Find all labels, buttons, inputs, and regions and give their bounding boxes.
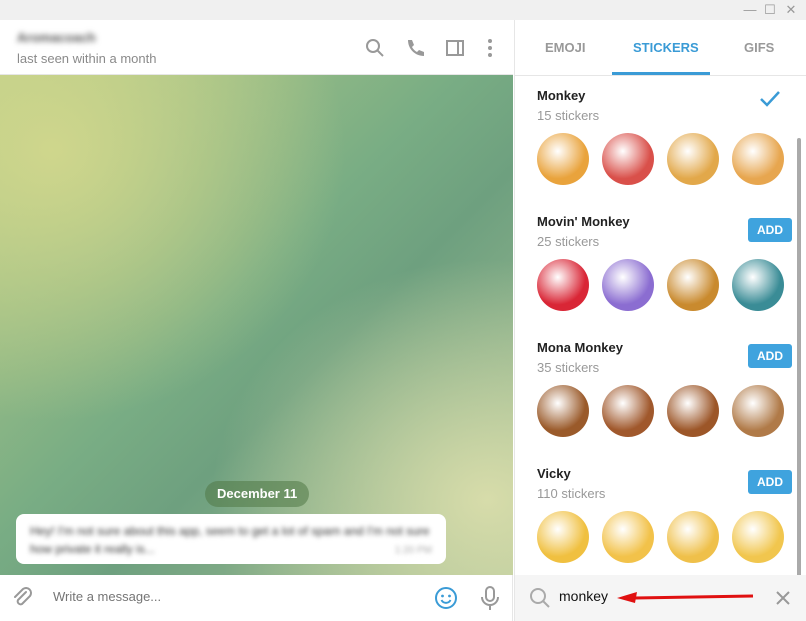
emoji-icon[interactable] xyxy=(434,586,458,610)
sticker[interactable] xyxy=(537,385,589,437)
sticker[interactable] xyxy=(667,385,719,437)
message-time: 1:20 PM xyxy=(394,545,432,556)
chat-background: December 11 Hey! I'm not sure about this… xyxy=(0,75,513,575)
sticker[interactable] xyxy=(732,385,784,437)
sticker[interactable] xyxy=(667,259,719,311)
set-count: 15 stickers xyxy=(537,108,600,123)
tab-gifs[interactable]: GIFS xyxy=(744,40,774,55)
sticker-set-list: Monkey 15 stickers Movin' Monkey 25 stic… xyxy=(515,76,806,575)
sticker[interactable] xyxy=(537,511,589,563)
sticker[interactable] xyxy=(602,385,654,437)
sticker[interactable] xyxy=(537,133,589,185)
sticker[interactable] xyxy=(732,133,784,185)
sticker-search-bar xyxy=(515,575,806,621)
search-icon xyxy=(530,588,550,608)
sidebar-toggle-icon[interactable] xyxy=(445,38,465,58)
more-options-icon[interactable] xyxy=(480,38,500,58)
contact-name[interactable]: Aromacoach xyxy=(17,30,96,45)
sticker-set: Vicky 110 stickers ADD xyxy=(515,454,795,575)
set-count: 110 stickers xyxy=(537,486,606,501)
attach-icon[interactable] xyxy=(12,587,34,609)
microphone-icon[interactable] xyxy=(479,585,501,611)
panel-tabs: EMOJI STICKERS GIFS xyxy=(515,20,806,76)
set-title: Movin' Monkey xyxy=(537,214,630,229)
sticker[interactable] xyxy=(667,133,719,185)
phone-icon[interactable] xyxy=(405,38,425,58)
tab-emoji[interactable]: EMOJI xyxy=(545,40,585,55)
set-count: 25 stickers xyxy=(537,234,600,249)
red-arrow-annotation xyxy=(617,592,754,603)
sticker-panel: EMOJI STICKERS GIFS Monkey 15 stickers M… xyxy=(514,20,806,621)
message-input[interactable] xyxy=(53,589,413,604)
set-title: Mona Monkey xyxy=(537,340,623,355)
sticker-set: Monkey 15 stickers xyxy=(515,76,795,202)
set-title: Vicky xyxy=(537,466,571,481)
title-bar: — ☐ ✕ xyxy=(0,0,806,20)
sticker[interactable] xyxy=(602,259,654,311)
add-set-button[interactable]: ADD xyxy=(748,218,792,242)
add-set-button[interactable]: ADD xyxy=(748,470,792,494)
chat-pane: Aromacoach last seen within a month Dece… xyxy=(0,20,513,621)
clear-search-icon[interactable] xyxy=(776,591,790,605)
sticker[interactable] xyxy=(537,259,589,311)
set-title: Monkey xyxy=(537,88,586,103)
sticker[interactable] xyxy=(667,511,719,563)
sticker[interactable] xyxy=(732,511,784,563)
sticker[interactable] xyxy=(602,133,654,185)
active-tab-indicator xyxy=(612,72,710,75)
contact-status: last seen within a month xyxy=(17,51,157,66)
tab-stickers[interactable]: STICKERS xyxy=(633,40,699,55)
minimize-button[interactable]: — xyxy=(740,2,760,17)
message-text: Hey! I'm not sure about this app, seem t… xyxy=(30,524,430,556)
set-count: 35 stickers xyxy=(537,360,600,375)
sticker[interactable] xyxy=(732,259,784,311)
maximize-button[interactable]: ☐ xyxy=(760,2,780,18)
message-composer xyxy=(0,575,513,621)
scrollbar[interactable] xyxy=(797,138,801,575)
sticker-set: Mona Monkey 35 stickers ADD xyxy=(515,328,795,454)
message-bubble[interactable]: Hey! I'm not sure about this app, seem t… xyxy=(16,514,446,564)
chat-header: Aromacoach last seen within a month xyxy=(0,20,513,75)
sticker-set: Movin' Monkey 25 stickers ADD xyxy=(515,202,795,328)
installed-check-icon[interactable] xyxy=(759,90,781,108)
date-badge: December 11 xyxy=(205,481,310,507)
add-set-button[interactable]: ADD xyxy=(748,344,792,368)
search-icon[interactable] xyxy=(365,38,385,58)
close-window-button[interactable]: ✕ xyxy=(781,2,801,18)
sticker[interactable] xyxy=(602,511,654,563)
